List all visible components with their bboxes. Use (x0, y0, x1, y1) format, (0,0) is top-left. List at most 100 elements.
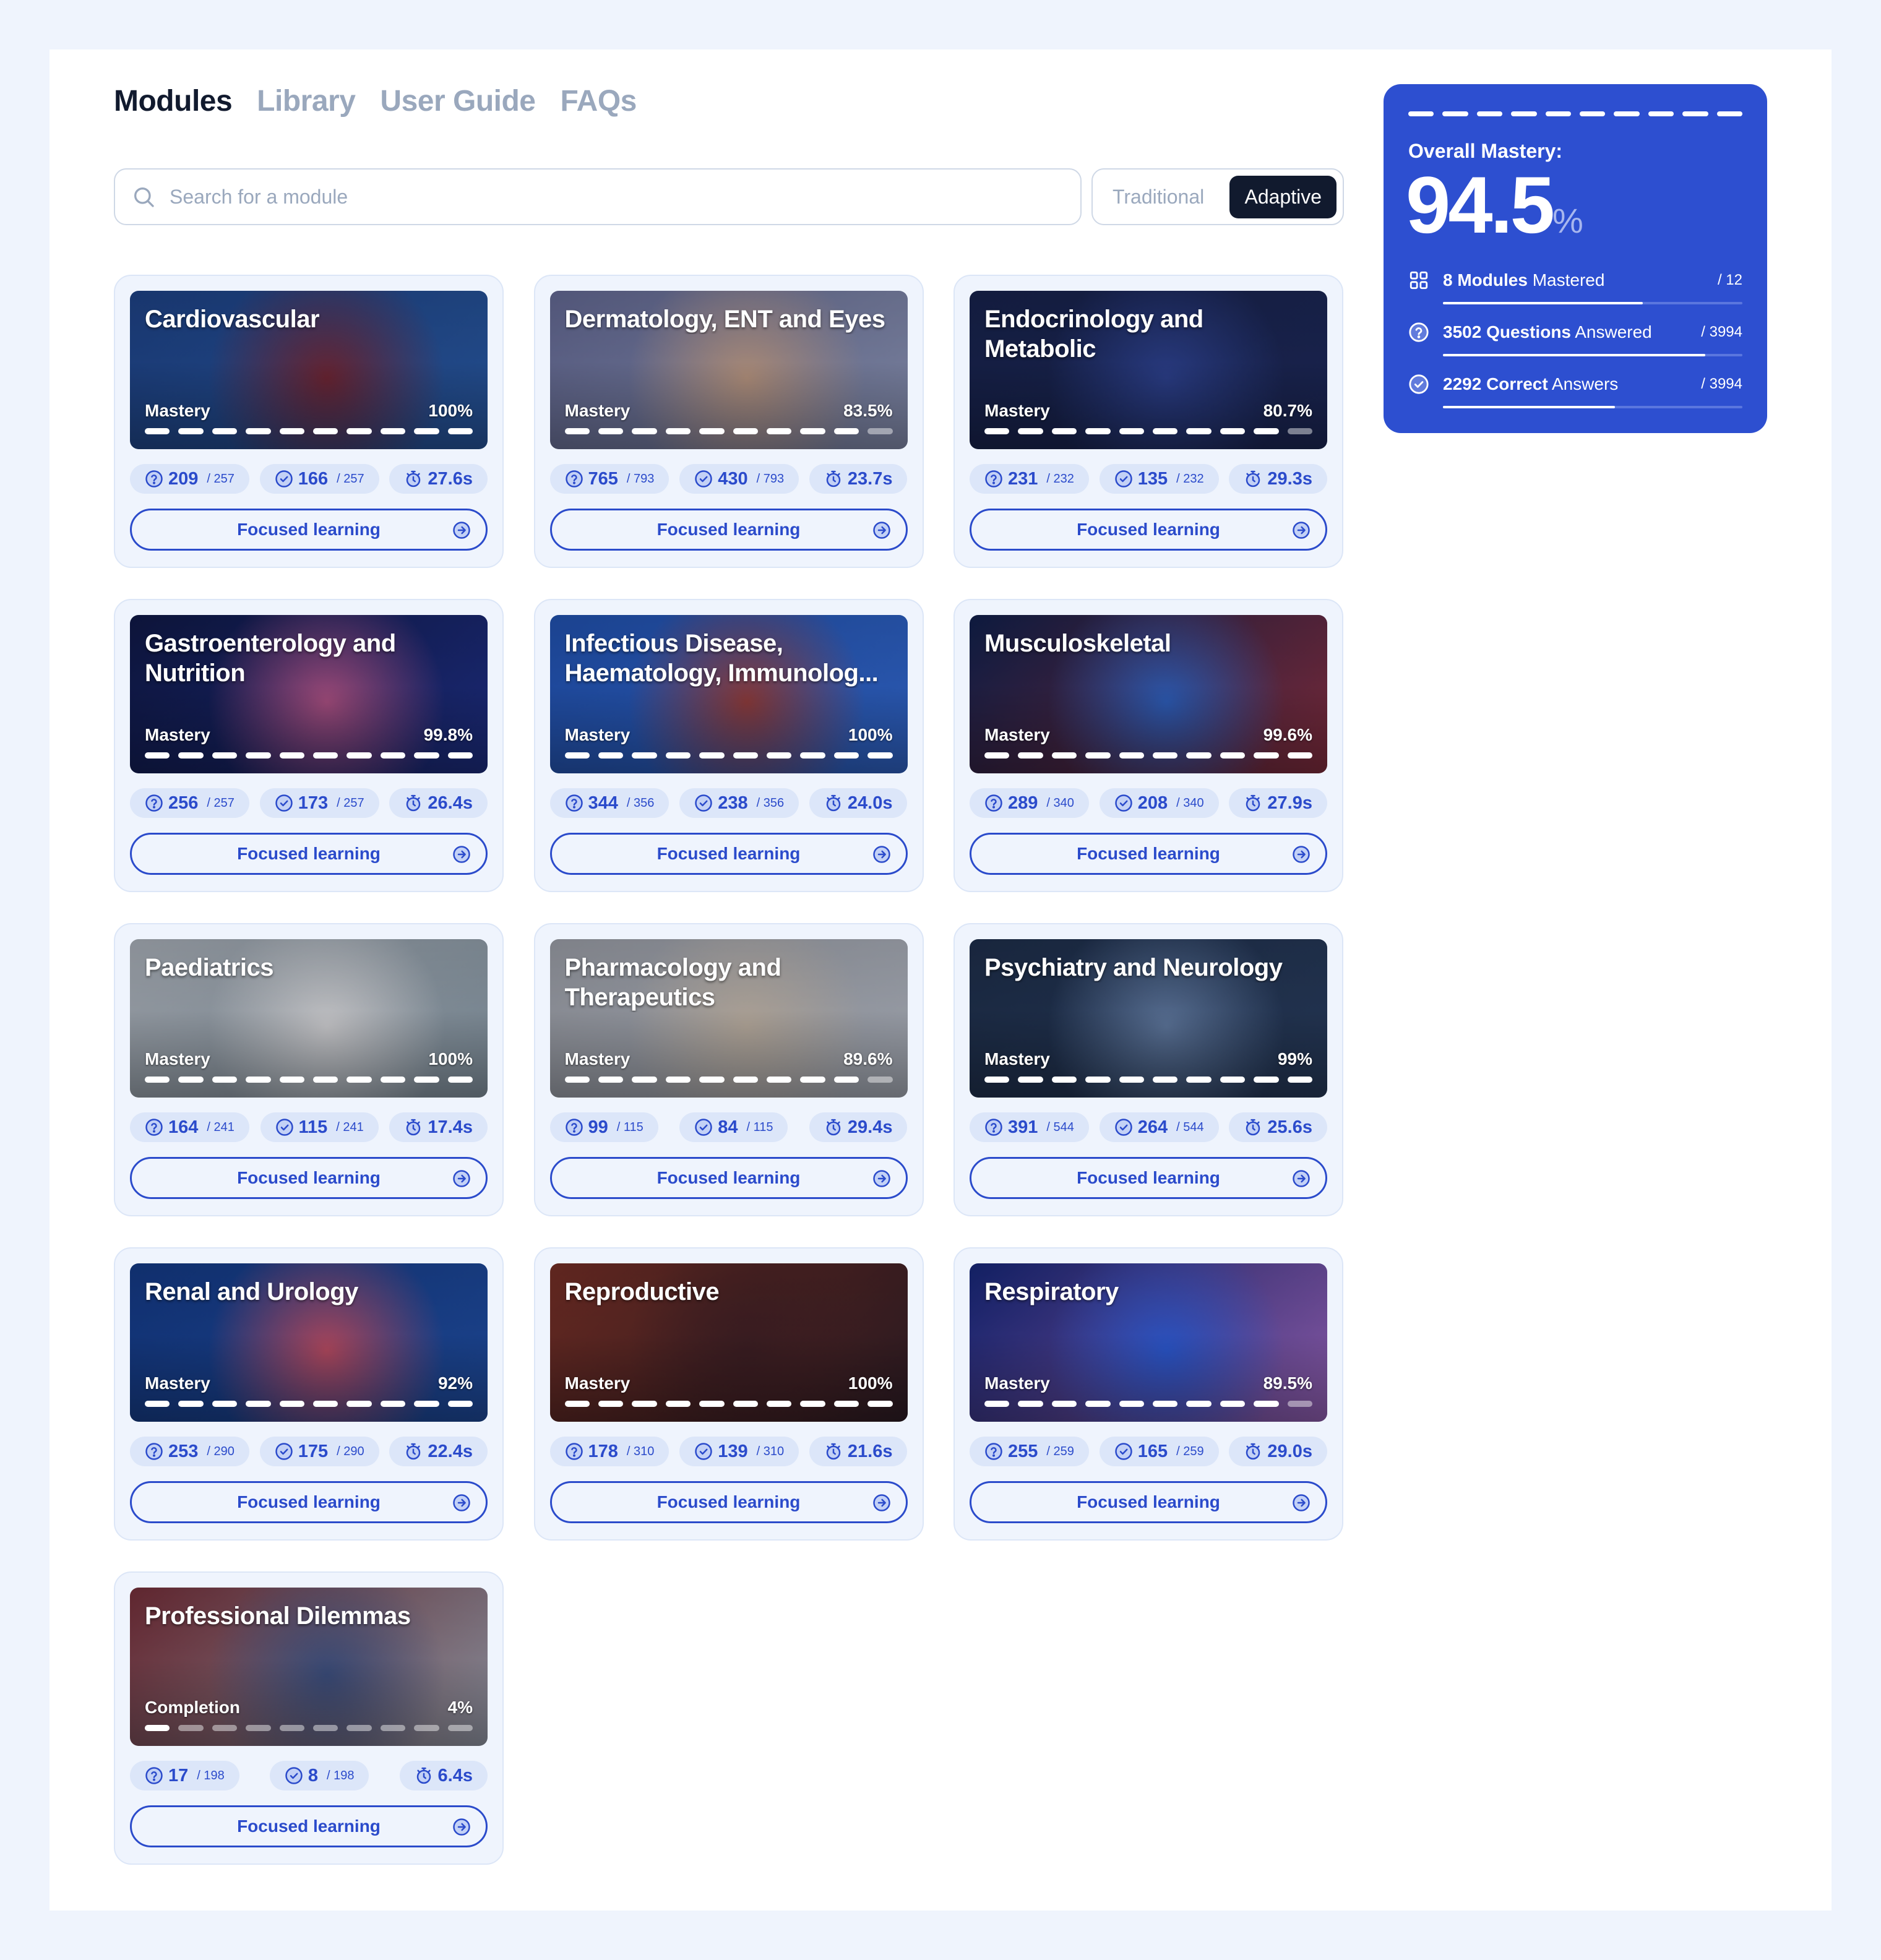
module-thumbnail[interactable]: Dermatology, ENT and Eyes Mastery 83.5% (549, 291, 908, 449)
module-thumbnail[interactable]: Infectious Disease, Haematology, Immunol… (549, 615, 908, 773)
focused-learning-button[interactable]: Focused learning (130, 1157, 488, 1199)
focused-learning-button[interactable]: Focused learning (130, 1805, 488, 1847)
module-card-endocrinology-and-metabolic[interactable]: Endocrinology and Metabolic Mastery 80.7… (953, 275, 1343, 568)
mastery-segment (380, 1725, 406, 1731)
arrow-right-circle-icon (872, 522, 890, 539)
mastery-segment (246, 428, 271, 434)
module-card-gastroenterology-and-nutrition[interactable]: Gastroenterology and Nutrition Mastery 9… (114, 599, 504, 892)
module-stats: 253 / 290 175 / 290 22.4s (130, 1437, 488, 1466)
mastery-segment (833, 1077, 859, 1083)
module-card-paediatrics[interactable]: Paediatrics Mastery 100% 164 / 241 115 / 2… (114, 923, 504, 1216)
focused-learning-button[interactable]: Focused learning (970, 1481, 1327, 1523)
module-title: Psychiatry and Neurology (984, 954, 1283, 981)
answered-stat: 17 / 198 (130, 1761, 239, 1790)
module-thumbnail[interactable]: Professional Dilemmas Completion 4% (130, 1588, 488, 1746)
correct-total: / 198 (326, 1768, 355, 1782)
mastery-value: 100% (428, 401, 473, 420)
focused-learning-button[interactable]: Focused learning (549, 1481, 908, 1523)
module-thumbnail[interactable]: Respiratory Mastery 89.5% (970, 1263, 1327, 1422)
mastery-segment (447, 1401, 473, 1407)
focused-learning-button[interactable]: Focused learning (130, 1481, 488, 1523)
search-input[interactable] (170, 185, 1036, 208)
focused-learning-button[interactable]: Focused learning (549, 833, 908, 875)
module-card-respiratory[interactable]: Respiratory Mastery 89.5% 255 / 259 165 / … (953, 1247, 1343, 1541)
correct-count: 8 (308, 1765, 318, 1786)
time-stat: 17.4s (389, 1112, 488, 1142)
mastery-segments (984, 1077, 1313, 1083)
module-card-reproductive[interactable]: Reproductive Mastery 100% 178 / 310 139 / … (533, 1247, 924, 1541)
focused-learning-button[interactable]: Focused learning (549, 1157, 908, 1199)
stopwatch-icon (826, 470, 841, 488)
module-thumbnail[interactable]: Paediatrics Mastery 100% (130, 939, 488, 1098)
tab-modules[interactable]: Modules (114, 84, 233, 118)
arrow-right-circle-icon (1293, 846, 1310, 863)
mastery-value: 80.7% (1263, 401, 1312, 420)
module-thumbnail[interactable]: Renal and Urology Mastery 92% (130, 1263, 488, 1422)
tab-faqs[interactable]: FAQs (560, 84, 637, 118)
focused-learning-button[interactable]: Focused learning (549, 509, 908, 551)
focused-learning-label: Focused learning (656, 520, 801, 539)
module-card-cardiovascular[interactable]: Cardiovascular Mastery 100% 209 / 257 166… (114, 275, 504, 568)
toggle-adaptive[interactable]: Adaptive (1229, 175, 1336, 218)
mastery-segment (212, 428, 238, 434)
module-card-psychiatry-and-neurology[interactable]: Psychiatry and Neurology Mastery 99% 391… (953, 923, 1343, 1216)
answered-total: / 257 (207, 471, 235, 486)
mastery-segment (598, 752, 624, 759)
focused-learning-button[interactable]: Focused learning (130, 833, 488, 875)
module-card-renal-and-urology[interactable]: Renal and Urology Mastery 92% 253 / 290 1… (114, 1247, 504, 1541)
mastery-segment (733, 428, 758, 434)
module-thumbnail[interactable]: Musculoskeletal Mastery 99.6% (970, 615, 1327, 773)
segment (1511, 111, 1537, 116)
correct-total: / 356 (756, 796, 785, 810)
correct-total: / 257 (337, 796, 364, 810)
mastery-segment (1186, 428, 1212, 434)
module-thumbnail[interactable]: Gastroenterology and Nutrition Mastery 9… (130, 615, 488, 773)
focused-learning-button[interactable]: Focused learning (970, 509, 1327, 551)
correct-count: 208 (1137, 793, 1168, 813)
questions-answered-bold: Questions (1486, 322, 1571, 342)
module-card-professional-dilemmas[interactable]: Professional Dilemmas Completion 4% 17 / … (114, 1571, 504, 1865)
mastery-segment (867, 752, 893, 759)
focused-learning-button[interactable]: Focused learning (130, 509, 488, 551)
check-circle-icon (1409, 374, 1429, 394)
module-card-pharmacology-and-therapeutics[interactable]: Pharmacology and Therapeutics Mastery 89… (533, 923, 924, 1216)
tab-library[interactable]: Library (257, 84, 356, 118)
mastery-segment (1119, 752, 1145, 759)
mastery-value: 100% (428, 1049, 473, 1068)
search-icon (134, 187, 154, 207)
mastery-segment (833, 428, 859, 434)
mastery-segment (145, 1725, 170, 1731)
correct-stat: 8 / 198 (269, 1761, 369, 1790)
module-stats: 209 / 257 166 / 257 27.6s (130, 464, 488, 494)
tab-user-guide[interactable]: User Guide (380, 84, 536, 118)
stopwatch-icon (407, 1119, 421, 1136)
module-thumbnail[interactable]: Endocrinology and Metabolic Mastery 80.7… (970, 291, 1327, 449)
arrow-right-circle-icon (1293, 1494, 1310, 1511)
focused-learning-label: Focused learning (656, 1168, 801, 1187)
questions-answered-progress-fill (1443, 354, 1706, 356)
focused-learning-button[interactable]: Focused learning (970, 1157, 1327, 1199)
correct-total: / 793 (756, 471, 785, 486)
answered-count: 231 (1008, 468, 1038, 489)
correct-stat: 165 / 259 (1099, 1437, 1219, 1466)
mastery-segment (1085, 752, 1111, 759)
module-card-infectious-disease-haematology-immunolog[interactable]: Infectious Disease, Haematology, Immunol… (533, 599, 924, 892)
toggle-traditional[interactable]: Traditional (1113, 186, 1204, 208)
mastery-segment (414, 1077, 439, 1083)
module-title: Endocrinology and Metabolic (984, 306, 1203, 363)
module-card-dermatology-ent-and-eyes[interactable]: Dermatology, ENT and Eyes Mastery 83.5% … (533, 275, 924, 568)
module-thumbnail[interactable]: Pharmacology and Therapeutics Mastery 89… (549, 939, 908, 1098)
time-stat: 27.6s (389, 464, 488, 494)
question-circle-icon (985, 1119, 1002, 1136)
module-thumbnail[interactable]: Cardiovascular Mastery 100% (130, 291, 488, 449)
module-stats: 99 / 115 84 / 115 29.4s (549, 1112, 908, 1142)
correct-answers-rest: Answers (1551, 374, 1619, 393)
mastery-segment (279, 1401, 305, 1407)
module-thumbnail[interactable]: Reproductive Mastery 100% (549, 1263, 908, 1422)
mastery-segment (564, 752, 590, 759)
module-card-musculoskeletal[interactable]: Musculoskeletal Mastery 99.6% 289 / 340 2… (953, 599, 1343, 892)
check-circle-icon (695, 1119, 712, 1136)
module-thumbnail[interactable]: Psychiatry and Neurology Mastery 99% (970, 939, 1327, 1098)
focused-learning-button[interactable]: Focused learning (970, 833, 1327, 875)
module-title: Reproductive (564, 1278, 720, 1305)
